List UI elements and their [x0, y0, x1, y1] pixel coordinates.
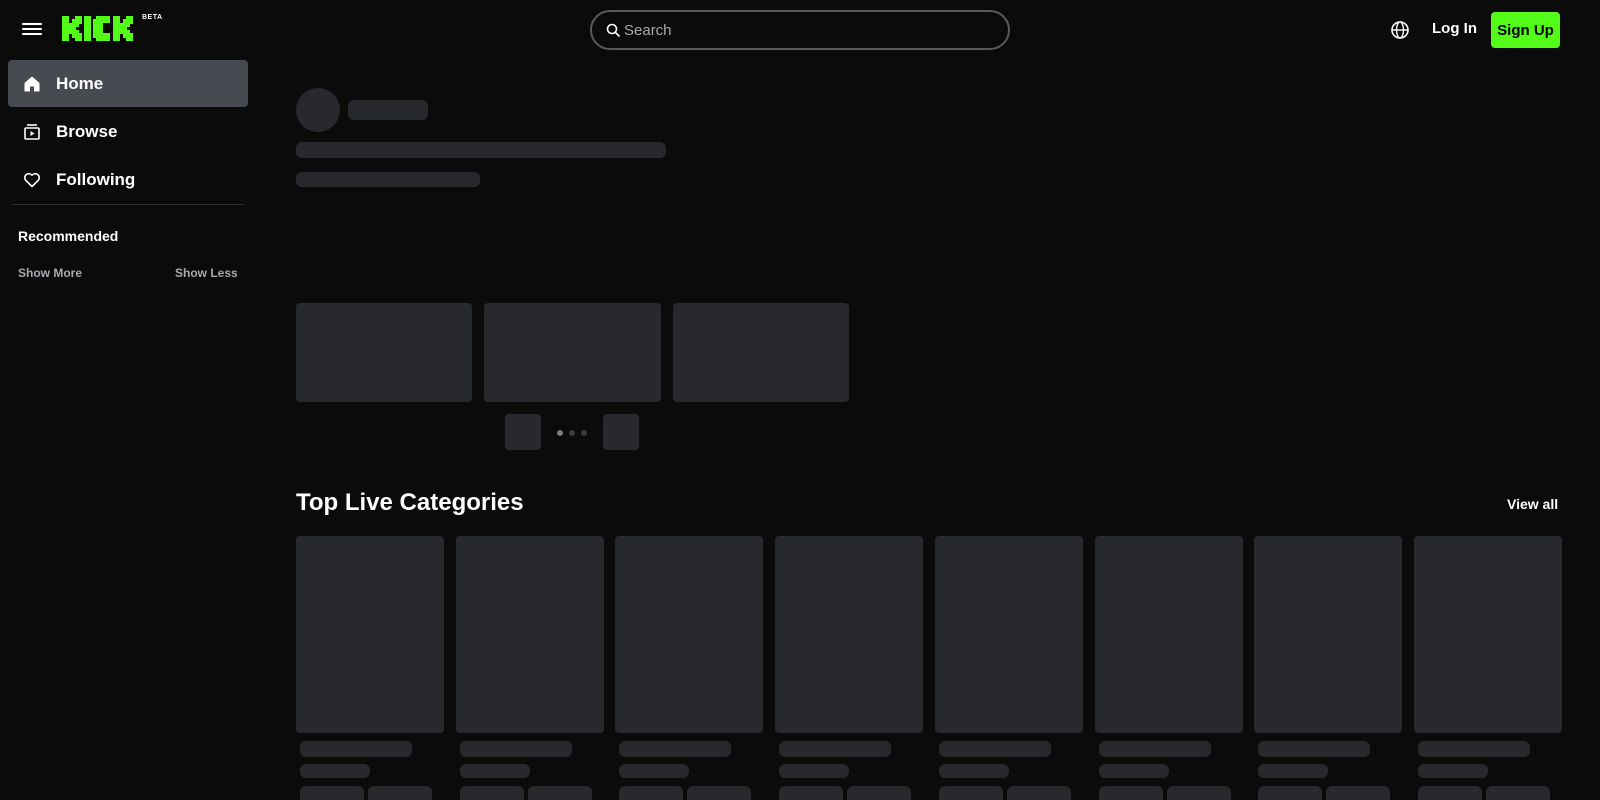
- category-card-skeleton[interactable]: [296, 536, 444, 733]
- sidebar-item-following[interactable]: Following: [8, 156, 248, 203]
- sidebar: Home Browse Following: [0, 60, 256, 800]
- category-card-skeleton[interactable]: [1254, 536, 1402, 733]
- menu-icon[interactable]: [22, 20, 42, 40]
- category-tag-skeleton: [1418, 786, 1482, 800]
- category-tag-skeleton: [300, 786, 364, 800]
- category-tag-skeleton: [1326, 786, 1390, 800]
- category-name-skeleton: [619, 741, 731, 757]
- category-viewers-skeleton: [300, 764, 370, 778]
- sidebar-item-label: Browse: [56, 121, 118, 141]
- carousel-prev-button[interactable]: [505, 414, 541, 450]
- beta-badge: BETA: [142, 14, 163, 21]
- category-name-skeleton: [1258, 741, 1370, 757]
- sidebar-item-home[interactable]: Home: [8, 60, 248, 107]
- search-icon: [606, 23, 620, 37]
- top-navbar: BETA Log In Sign Up: [0, 0, 1600, 60]
- category-viewers-skeleton: [1418, 764, 1488, 778]
- category-tag-skeleton: [1007, 786, 1071, 800]
- sidebar-divider: [12, 204, 244, 205]
- category-name-skeleton: [300, 741, 412, 757]
- category-card-skeleton[interactable]: [775, 536, 923, 733]
- home-icon: [22, 74, 42, 94]
- featured-name-skeleton: [348, 100, 428, 120]
- category-name-skeleton: [1418, 741, 1530, 757]
- carousel-card-skeleton[interactable]: [296, 303, 472, 402]
- show-more-button[interactable]: Show More: [18, 266, 82, 280]
- carousel-dot[interactable]: [569, 430, 575, 436]
- featured-subtitle-skeleton: [296, 172, 480, 187]
- category-tag-skeleton: [528, 786, 592, 800]
- category-card-skeleton[interactable]: [1095, 536, 1243, 733]
- category-tag-skeleton: [1258, 786, 1322, 800]
- category-name-skeleton: [779, 741, 891, 757]
- category-tag-skeleton: [847, 786, 911, 800]
- view-all-link[interactable]: View all: [1507, 496, 1558, 512]
- featured-avatar-skeleton: [296, 88, 340, 132]
- category-card-skeleton[interactable]: [615, 536, 763, 733]
- login-button[interactable]: Log In: [1432, 20, 1477, 37]
- category-name-skeleton: [1099, 741, 1211, 757]
- category-viewers-skeleton: [1099, 764, 1169, 778]
- search-input[interactable]: [624, 12, 994, 48]
- category-tag-skeleton: [619, 786, 683, 800]
- category-tag-skeleton: [1486, 786, 1550, 800]
- category-name-skeleton: [460, 741, 572, 757]
- search-bar[interactable]: [590, 10, 1010, 50]
- top-live-categories-title: Top Live Categories: [296, 489, 524, 516]
- category-tag-skeleton: [368, 786, 432, 800]
- category-tag-skeleton: [1167, 786, 1231, 800]
- show-less-button[interactable]: Show Less: [175, 266, 238, 280]
- browse-icon: [22, 122, 42, 142]
- signup-button[interactable]: Sign Up: [1491, 12, 1560, 48]
- category-card-skeleton[interactable]: [935, 536, 1083, 733]
- category-viewers-skeleton: [779, 764, 849, 778]
- category-tag-skeleton: [1099, 786, 1163, 800]
- sidebar-item-label: Following: [56, 169, 136, 189]
- sidebar-item-browse[interactable]: Browse: [8, 108, 248, 155]
- recommended-title: Recommended: [18, 228, 119, 244]
- category-tag-skeleton: [939, 786, 1003, 800]
- category-tag-skeleton: [460, 786, 524, 800]
- category-tag-skeleton: [779, 786, 843, 800]
- category-viewers-skeleton: [460, 764, 530, 778]
- carousel-next-button[interactable]: [603, 414, 639, 450]
- carousel-card-skeleton[interactable]: [484, 303, 661, 402]
- carousel-dot[interactable]: [581, 430, 587, 436]
- carousel-card-skeleton[interactable]: [673, 303, 849, 402]
- heart-icon: [22, 170, 42, 190]
- featured-title-skeleton: [296, 142, 666, 158]
- category-name-skeleton: [939, 741, 1051, 757]
- carousel-dot-active[interactable]: [557, 430, 563, 436]
- category-tag-skeleton: [687, 786, 751, 800]
- sidebar-item-label: Home: [56, 73, 104, 93]
- category-viewers-skeleton: [1258, 764, 1328, 778]
- category-viewers-skeleton: [939, 764, 1009, 778]
- kick-logo[interactable]: [62, 14, 142, 46]
- category-card-skeleton[interactable]: [1414, 536, 1562, 733]
- globe-icon[interactable]: [1390, 20, 1410, 40]
- category-card-skeleton[interactable]: [456, 536, 604, 733]
- category-viewers-skeleton: [619, 764, 689, 778]
